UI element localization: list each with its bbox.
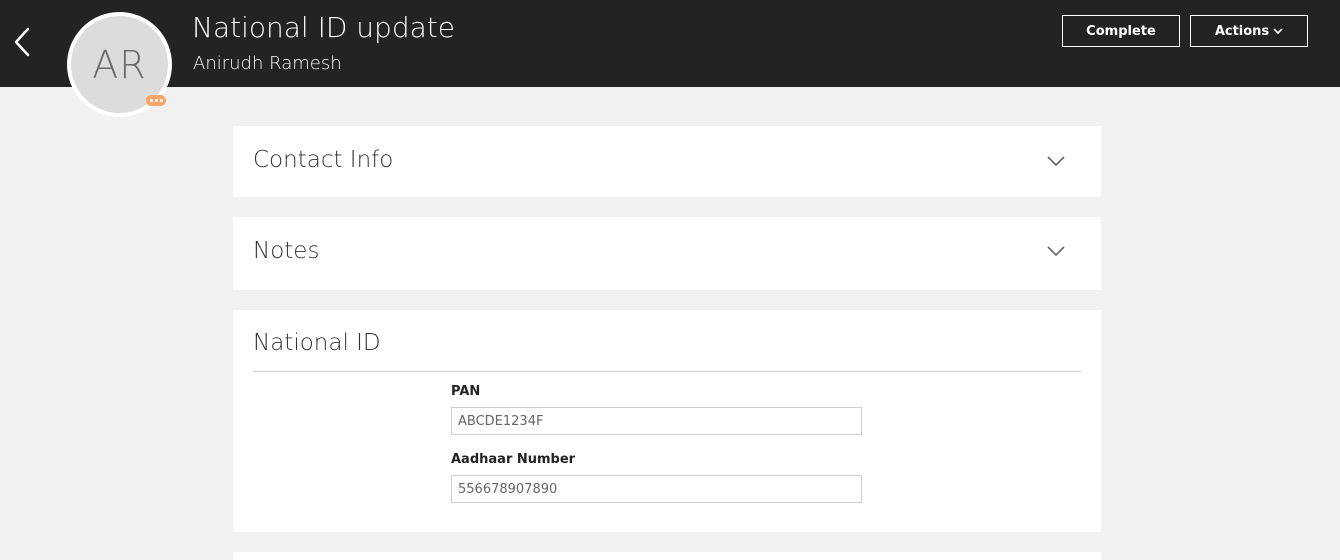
chevron-down-icon[interactable] [1046,154,1066,168]
notes-title: Notes [253,238,320,264]
page-header: National ID update Anirudh Ramesh Comple… [0,0,1340,87]
pan-label: PAN [451,384,481,399]
back-button[interactable] [8,24,36,60]
contact-info-title: Contact Info [253,147,394,173]
page-title: National ID update [192,11,455,44]
notes-section: Notes [233,217,1101,290]
complete-button[interactable]: Complete [1062,15,1180,47]
aadhaar-label: Aadhaar Number [451,452,576,467]
section-divider [253,371,1081,372]
chevron-down-icon [1273,27,1283,34]
next-section [233,552,1101,560]
chevron-down-icon[interactable] [1046,244,1066,258]
national-id-section: National ID PAN Aadhaar Number [233,310,1101,532]
national-id-title: National ID [253,330,381,356]
actions-button-label: Actions [1214,23,1270,39]
aadhaar-input[interactable] [451,475,862,503]
chevron-left-icon [14,27,30,57]
actions-button[interactable]: Actions [1190,15,1308,47]
person-name: Anirudh Ramesh [193,53,342,74]
complete-button-label: Complete [1086,23,1156,39]
pan-input[interactable] [451,407,862,435]
more-icon[interactable] [146,95,166,106]
contact-info-section: Contact Info [233,126,1101,197]
